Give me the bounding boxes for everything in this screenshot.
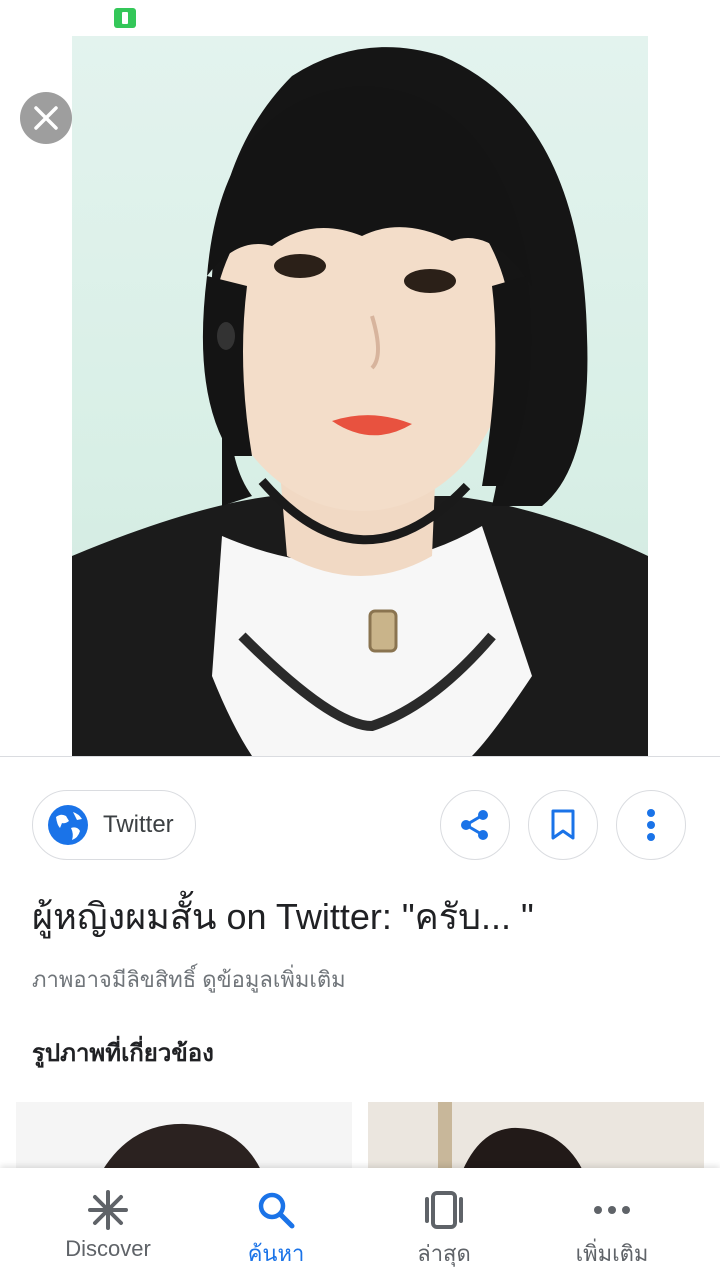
more-horizontal-icon xyxy=(590,1188,634,1232)
battery-icon xyxy=(114,8,136,28)
result-title[interactable]: ผู้หญิงผมสั้น on Twitter: "ครับ... " xyxy=(32,888,692,945)
globe-icon xyxy=(48,805,88,845)
source-label: Twitter xyxy=(103,811,174,838)
nav-label: ล่าสุด xyxy=(417,1241,471,1266)
more-vertical-icon xyxy=(647,809,655,841)
portrait-illustration xyxy=(72,47,648,756)
share-button[interactable] xyxy=(440,790,510,860)
share-icon xyxy=(461,810,488,840)
close-icon xyxy=(34,106,58,130)
nav-more[interactable]: เพิ่มเติม xyxy=(522,1168,702,1280)
divider xyxy=(0,756,720,757)
nav-discover[interactable]: Discover xyxy=(18,1168,198,1280)
nav-label: Discover xyxy=(65,1236,151,1261)
preview-image[interactable] xyxy=(72,36,648,756)
image-preview-area xyxy=(0,36,720,756)
bookmark-icon xyxy=(551,809,575,840)
source-chip[interactable]: Twitter xyxy=(32,790,196,860)
bottom-navigation: Discover ค้นหา ล่าสุด เพิ่มเติม xyxy=(0,1168,720,1280)
status-bar xyxy=(0,0,720,36)
nav-label: ค้นหา xyxy=(247,1241,305,1266)
save-button[interactable] xyxy=(528,790,598,860)
close-button[interactable] xyxy=(20,92,72,144)
nav-recent[interactable]: ล่าสุด xyxy=(354,1168,534,1280)
recent-tabs-icon xyxy=(422,1188,466,1232)
nav-search[interactable]: ค้นหา xyxy=(186,1168,366,1280)
nav-label: เพิ่มเติม xyxy=(575,1241,649,1266)
asterisk-icon xyxy=(86,1188,130,1232)
search-icon xyxy=(254,1188,298,1232)
copyright-notice[interactable]: ภาพอาจมีลิขสิทธิ์ ดูข้อมูลเพิ่มเติม xyxy=(32,962,346,997)
more-options-button[interactable] xyxy=(616,790,686,860)
related-images-heading: รูปภาพที่เกี่ยวข้อง xyxy=(32,1040,214,1067)
